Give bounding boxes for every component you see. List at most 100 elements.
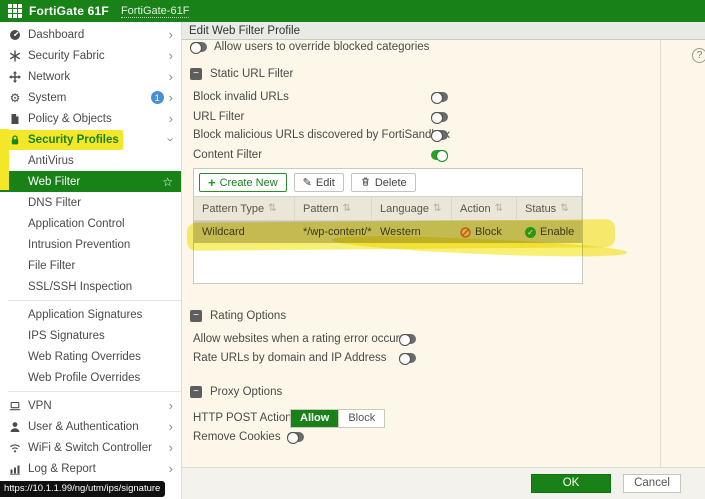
- url-filter-toggle[interactable]: [431, 112, 448, 124]
- sidebar-item-vpn[interactable]: VPN ›: [0, 395, 181, 416]
- pattern-type-cell: Wildcard: [202, 226, 245, 238]
- laptop-icon: [8, 400, 22, 412]
- create-new-button[interactable]: + Create New: [199, 173, 287, 192]
- url-filter-row: URL Filter: [193, 111, 448, 124]
- sidebar-item-dns-filter[interactable]: DNS Filter: [0, 192, 181, 213]
- plus-icon: +: [208, 175, 216, 190]
- enable-status-icon: ✓: [525, 226, 536, 238]
- dashboard-icon: [8, 29, 22, 41]
- action-cell: Block: [452, 221, 517, 243]
- sidebar-item-log-report[interactable]: Log & Report ›: [0, 458, 181, 479]
- sidebar-divider: [8, 391, 181, 392]
- network-icon: [8, 70, 22, 83]
- chevron-right-icon: ›: [168, 419, 173, 434]
- trash-icon: [360, 176, 371, 190]
- rate-urls-toggle[interactable]: [399, 353, 416, 365]
- top-bar: FortiGate 61F FortiGate-61F: [0, 0, 705, 22]
- status-url-tooltip: https://10.1.1.99/ng/utm/ips/signature: [0, 481, 166, 497]
- hostname-link[interactable]: FortiGate-61F: [120, 5, 190, 18]
- static-url-filter-section-header: − Static URL Filter: [190, 68, 293, 80]
- highlighter-strip: [0, 129, 9, 190]
- sidebar-item-ips-signatures[interactable]: IPS Signatures: [0, 325, 181, 346]
- bar-chart-icon: [8, 463, 22, 475]
- sidebar-item-network[interactable]: Network ›: [0, 66, 181, 87]
- table-toolbar: + Create New ✎ Edit Delete: [194, 169, 582, 196]
- sidebar-item-user-authentication[interactable]: User & Authentication ›: [0, 416, 181, 437]
- product-name: FortiGate 61F: [29, 4, 109, 18]
- main-panel: Edit Web Filter Profile ? Allow users to…: [182, 22, 705, 499]
- sidebar-item-application-control[interactable]: Application Control: [0, 213, 181, 234]
- chevron-right-icon: ›: [168, 111, 173, 126]
- sidebar-divider: [8, 300, 181, 301]
- chevron-right-icon: ›: [168, 398, 173, 413]
- block-option[interactable]: Block: [338, 409, 384, 427]
- fortisandbox-toggle[interactable]: [431, 130, 448, 142]
- panel-divider: [660, 40, 661, 467]
- lock-icon: [8, 134, 22, 146]
- sidebar-item-system[interactable]: ⚙ System 1 ›: [0, 87, 181, 108]
- ok-button[interactable]: OK: [531, 474, 611, 493]
- fortinet-logo-icon: [8, 4, 22, 18]
- content-filter-row: Content Filter: [193, 149, 448, 162]
- sidebar-nav: Dashboard › Security Fabric › Network › …: [0, 22, 182, 499]
- url-filter-table: + Create New ✎ Edit Delete Pattern Type ⇅…: [193, 168, 583, 284]
- web-filter-form: ? Allow users to override blocked catego…: [182, 40, 705, 467]
- rating-options-section-header: − Rating Options: [190, 310, 286, 322]
- rating-error-toggle[interactable]: [399, 334, 416, 346]
- sidebar-item-security-profiles[interactable]: Security Profiles ›: [0, 129, 181, 150]
- override-blocked-categories-row: Allow users to override blocked categori…: [190, 41, 429, 54]
- help-icon[interactable]: ?: [692, 48, 705, 63]
- favorite-star-icon[interactable]: ☆: [162, 175, 173, 189]
- allow-option[interactable]: Allow: [291, 409, 339, 427]
- sidebar-item-policy-objects[interactable]: Policy & Objects ›: [0, 108, 181, 129]
- sidebar-item-dashboard[interactable]: Dashboard ›: [0, 24, 181, 45]
- table-header-row: Pattern Type ⇅ Pattern ⇅ Language ⇅ Action ⇅…: [194, 196, 582, 221]
- pencil-icon: ✎: [302, 177, 312, 189]
- user-icon: [8, 421, 22, 433]
- column-header-language[interactable]: Language ⇅: [372, 197, 452, 220]
- remove-cookies-toggle[interactable]: [286, 432, 304, 444]
- chevron-right-icon: ›: [168, 90, 173, 105]
- language-cell: Western: [380, 226, 421, 238]
- sidebar-item-application-signatures[interactable]: Application Signatures: [0, 304, 181, 325]
- column-header-pattern[interactable]: Pattern ⇅: [295, 197, 372, 220]
- column-header-status[interactable]: Status ⇅: [517, 197, 582, 220]
- notification-badge: 1: [150, 91, 164, 104]
- security-fabric-icon: [8, 50, 22, 62]
- remove-cookies-row: Remove Cookies: [193, 431, 304, 444]
- column-header-action[interactable]: Action ⇅: [452, 197, 517, 220]
- status-cell: ✓ Enable: [517, 221, 582, 243]
- sidebar-item-web-rating-overrides[interactable]: Web Rating Overrides: [0, 346, 181, 367]
- sidebar-item-ssl-ssh-inspection[interactable]: SSL/SSH Inspection: [0, 276, 181, 297]
- collapse-icon[interactable]: −: [190, 68, 202, 80]
- column-header-pattern-type[interactable]: Pattern Type ⇅: [194, 197, 295, 220]
- page-header: Edit Web Filter Profile: [182, 22, 705, 40]
- rate-urls-row: Rate URLs by domain and IP Address: [193, 352, 416, 365]
- sidebar-item-antivirus[interactable]: AntiVirus: [0, 150, 181, 171]
- sidebar-item-file-filter[interactable]: File Filter: [0, 255, 181, 276]
- sidebar-item-wifi-switch-controller[interactable]: WiFi & Switch Controller ›: [0, 437, 181, 458]
- content-filter-toggle[interactable]: [431, 150, 448, 162]
- collapse-icon[interactable]: −: [190, 386, 202, 398]
- override-blocked-categories-toggle[interactable]: [190, 42, 207, 54]
- chevron-right-icon: ›: [168, 461, 173, 476]
- delete-button[interactable]: Delete: [350, 173, 416, 192]
- block-invalid-urls-toggle[interactable]: [431, 92, 448, 104]
- sidebar-item-security-fabric[interactable]: Security Fabric ›: [0, 45, 181, 66]
- form-footer: OK Cancel: [182, 467, 705, 499]
- policy-objects-icon: [8, 113, 22, 125]
- sort-icon: ⇅: [494, 203, 503, 214]
- chevron-right-icon: ›: [168, 69, 173, 84]
- sidebar-item-intrusion-prevention[interactable]: Intrusion Prevention: [0, 234, 181, 255]
- collapse-icon[interactable]: −: [190, 310, 202, 322]
- edit-button[interactable]: ✎ Edit: [293, 173, 344, 192]
- sort-icon: ⇅: [342, 203, 351, 214]
- gear-icon: ⚙: [9, 90, 21, 105]
- sort-icon: ⇅: [432, 203, 442, 214]
- table-row[interactable]: Wildcard */wp-content/* Western Block ✓ …: [194, 221, 582, 243]
- sidebar-item-web-profile-overrides[interactable]: Web Profile Overrides: [0, 367, 181, 388]
- sidebar-item-web-filter[interactable]: Web Filter ☆: [0, 171, 181, 192]
- cancel-button[interactable]: Cancel: [623, 474, 681, 493]
- block-invalid-urls-row: Block invalid URLs: [193, 91, 448, 104]
- proxy-options-section-header: − Proxy Options: [190, 386, 282, 398]
